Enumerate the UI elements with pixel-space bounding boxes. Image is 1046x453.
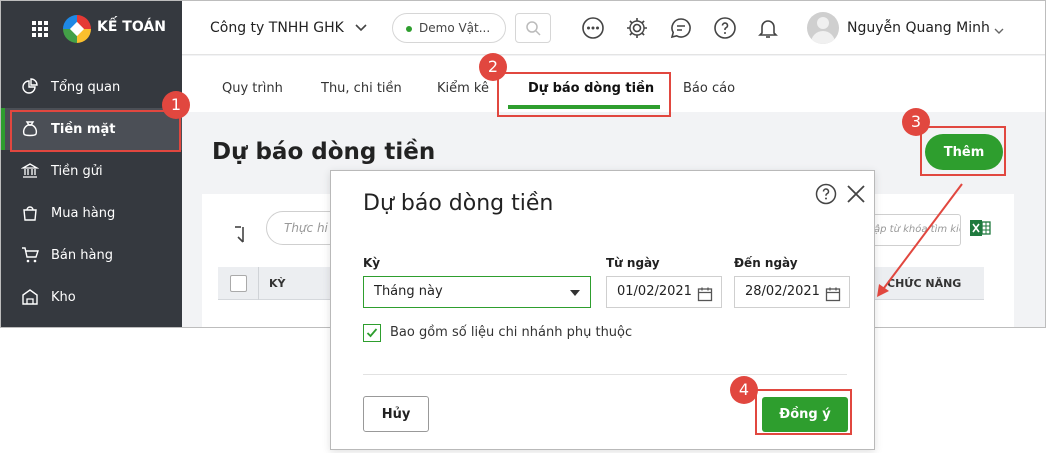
callout-arrow	[877, 183, 963, 297]
